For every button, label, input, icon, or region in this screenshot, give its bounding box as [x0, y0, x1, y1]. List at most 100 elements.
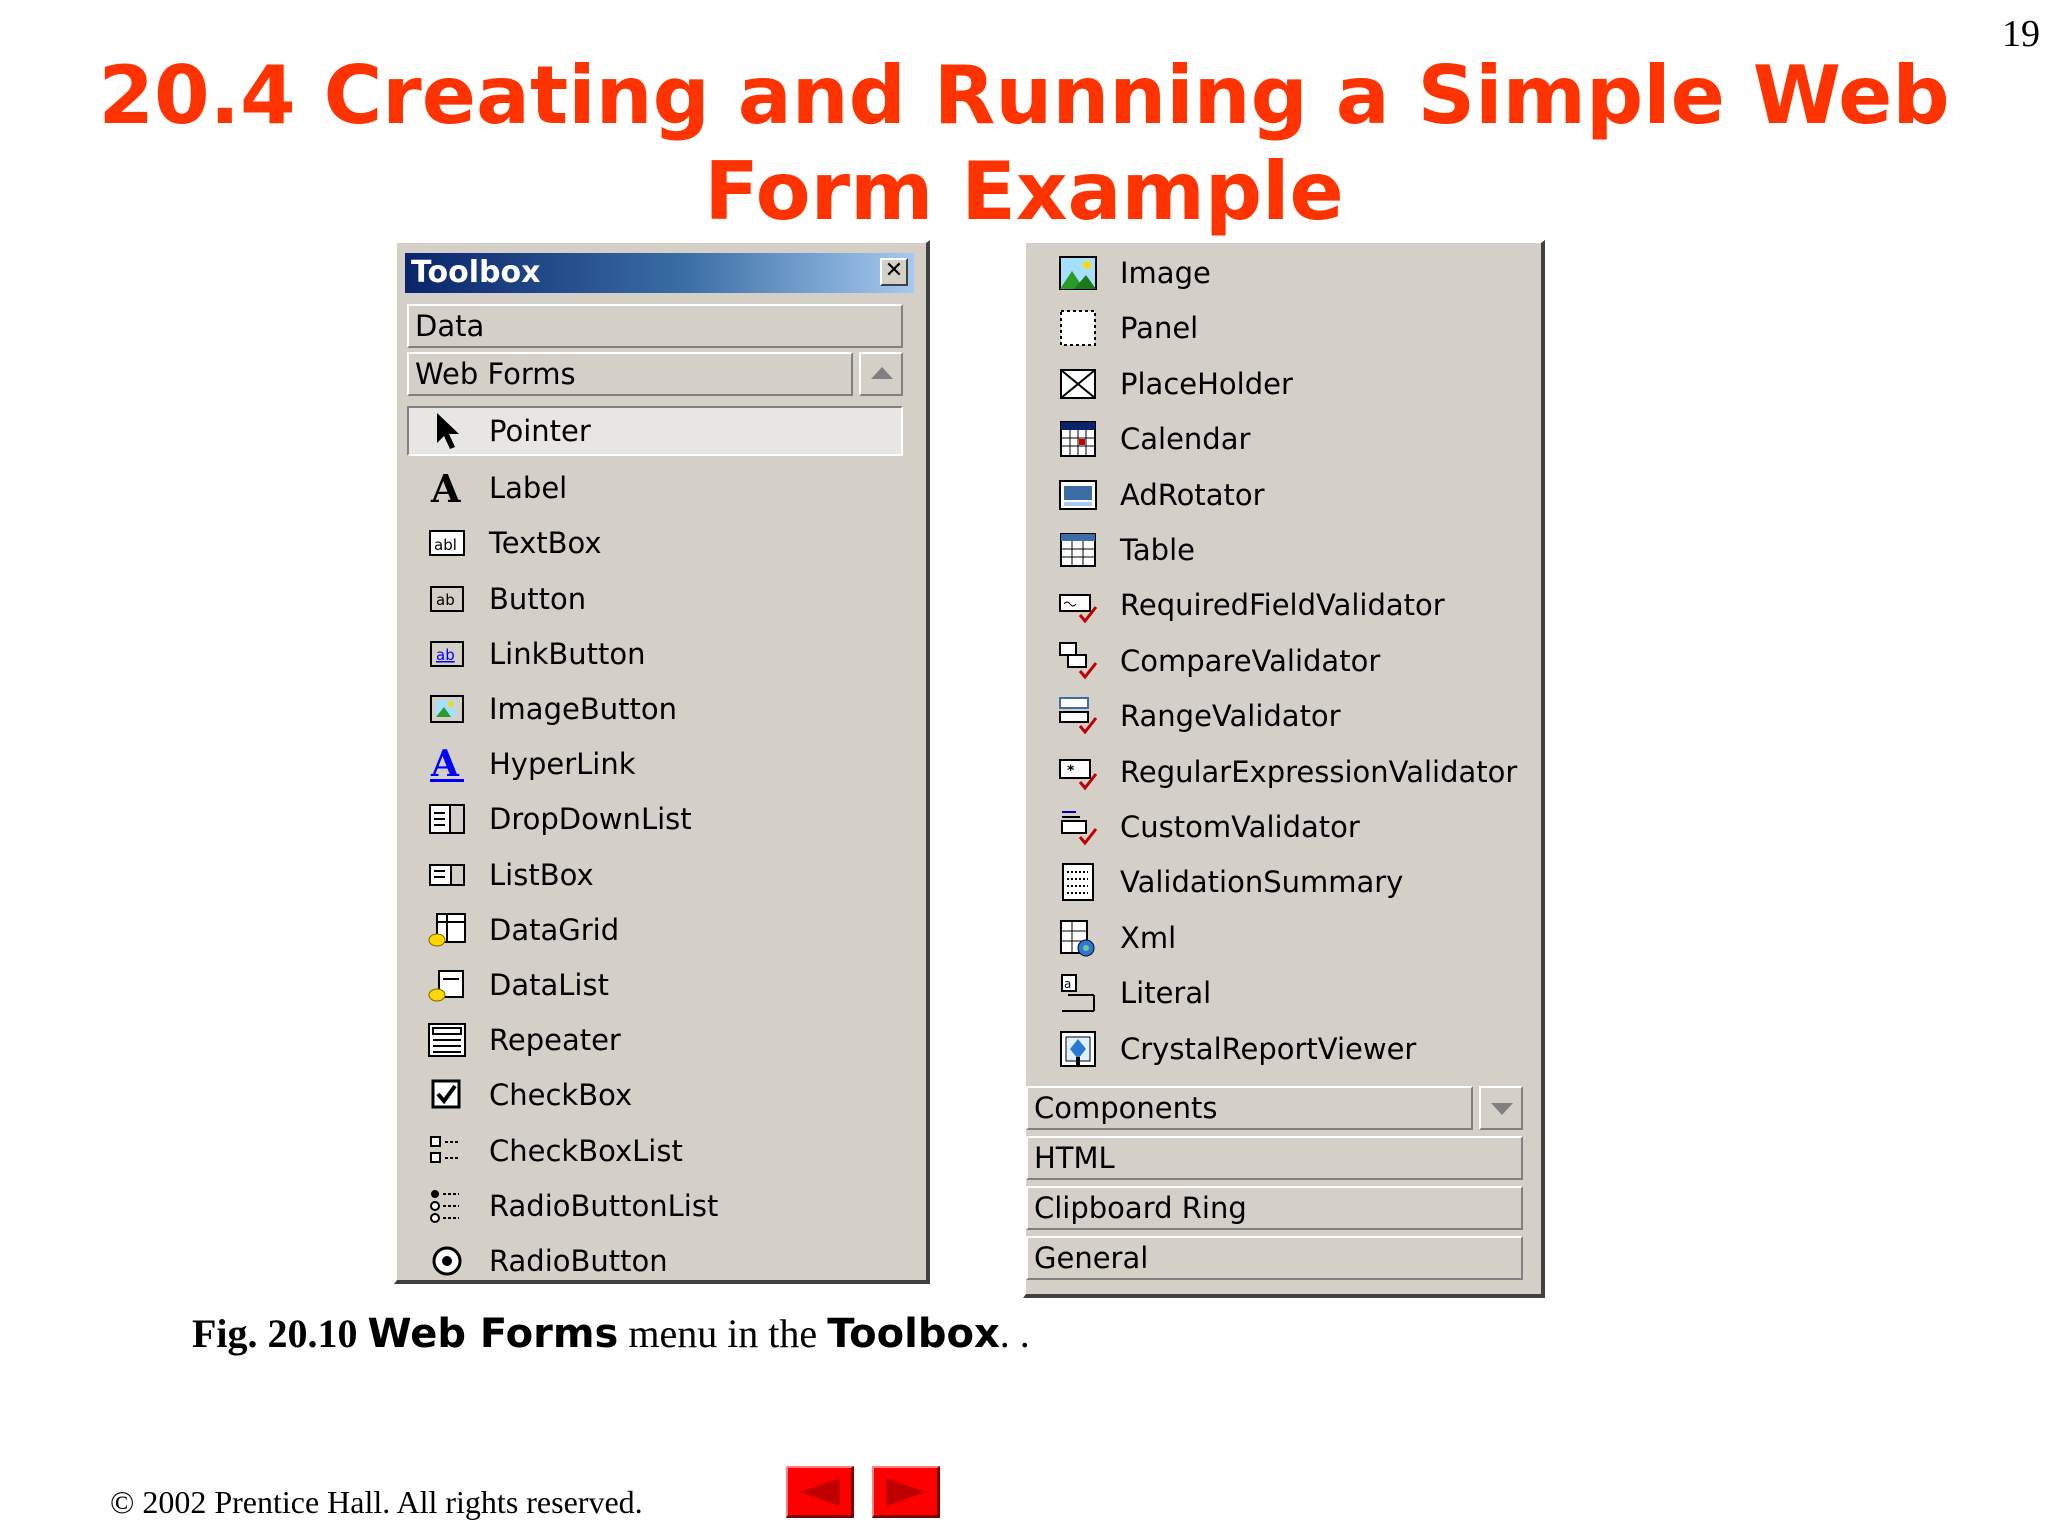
regularexpressionvalidator-icon: * [1058, 752, 1098, 792]
rangevalidator-icon [1058, 696, 1098, 736]
scroll-up-button[interactable] [859, 352, 903, 396]
toolbox-item-listbox[interactable]: ListBox [407, 850, 903, 900]
toolbox-item-pointer[interactable]: Pointer [407, 406, 903, 456]
toolbox-item-hyperlink[interactable]: A HyperLink [407, 739, 903, 789]
toolbox-item-panel[interactable]: Panel [1038, 303, 1508, 353]
toolbox-item-label: RadioButton [489, 1244, 668, 1278]
toolbox-item-comparevalidator[interactable]: CompareValidator [1038, 636, 1508, 686]
toolbox-item-linkbutton[interactable]: ab LinkButton [407, 629, 903, 679]
toolbox-item-label: Xml [1120, 920, 1177, 955]
toolbox-item-radiobuttonlist[interactable]: RadioButtonList [407, 1181, 903, 1231]
checkbox-icon [427, 1075, 467, 1115]
toolbox-titlebar[interactable]: Toolbox ✕ [405, 253, 914, 293]
toolbox-item-label: LinkButton [489, 636, 646, 671]
comparevalidator-icon [1058, 641, 1098, 681]
toolbox-item-datagrid[interactable]: DataGrid [407, 905, 903, 955]
toolbox-item-customvalidator[interactable]: CustomValidator [1038, 802, 1508, 852]
toolbox-item-crystalreportviewer[interactable]: CrystalReportViewer [1038, 1024, 1508, 1074]
caption-fig: Fig. 20.10 [192, 1311, 358, 1356]
toolbox-item-literal[interactable]: a Literal [1038, 968, 1508, 1018]
toolbox-item-placeholder[interactable]: PlaceHolder [1038, 359, 1508, 409]
caption-code2: Toolbox [827, 1311, 1000, 1357]
hyperlink-icon: A [427, 744, 467, 784]
toolbox-item-label: Table [1120, 533, 1195, 567]
toolbox-item-label: ListBox [489, 857, 594, 892]
toolbox-item-imagebutton[interactable]: ImageButton [407, 684, 903, 734]
toolbox-item-label: DataList [489, 968, 609, 1002]
image-icon [1058, 253, 1098, 293]
toolbox-item-requiredfieldvalidator[interactable]: RequiredFieldValidator [1038, 580, 1508, 630]
tab-web-forms-label: Web Forms [415, 357, 576, 391]
repeater-icon [427, 1020, 467, 1060]
toolbox-item-rangevalidator[interactable]: RangeValidator [1038, 691, 1508, 741]
svg-text:a: a [1064, 977, 1071, 991]
toolbox-item-dropdownlist[interactable]: DropDownList [407, 794, 903, 844]
toolbox-item-regularexpressionvalidator[interactable]: * RegularExpressionValidator [1038, 747, 1517, 797]
validationsummary-icon [1058, 862, 1098, 902]
requiredfieldvalidator-icon [1058, 585, 1098, 625]
svg-text:ab: ab [436, 646, 455, 664]
svg-text:*: * [1067, 763, 1075, 779]
copyright: © 2002 Prentice Hall. All rights reserve… [110, 1484, 643, 1520]
adrotator-icon [1058, 475, 1098, 515]
caption-code1: Web Forms [367, 1311, 619, 1357]
toolbox-item-label: Repeater [489, 1023, 621, 1058]
panel-icon [1058, 308, 1098, 348]
toolbox-item-adrotator[interactable]: AdRotator [1038, 470, 1508, 520]
tab-components-label: Components [1034, 1091, 1218, 1125]
tab-clipboard-ring-label: Clipboard Ring [1034, 1191, 1247, 1225]
toolbox-item-datalist[interactable]: DataList [407, 960, 903, 1010]
tab-general-label: General [1034, 1241, 1149, 1275]
tab-web-forms[interactable]: Web Forms [407, 352, 853, 396]
toolbox-item-validationsummary[interactable]: ValidationSummary [1038, 857, 1508, 907]
tab-general[interactable]: General [1026, 1236, 1523, 1280]
left-arrow-icon [800, 1478, 840, 1506]
toolbox-item-radiobutton[interactable]: RadioButton [407, 1236, 903, 1286]
toolbox-item-label: Literal [1120, 976, 1212, 1011]
figure-caption: Fig. 20.10 Web Forms menu in the Toolbox… [192, 1310, 1030, 1357]
toolbox-item-label: Calendar [1120, 422, 1251, 457]
toolbox-item-label: RegularExpressionValidator [1120, 754, 1518, 789]
toolbox-item-calendar[interactable]: Calendar [1038, 414, 1508, 464]
toolbox-item-label: Pointer [489, 414, 591, 448]
toolbox-item-label: RequiredFieldValidator [1120, 588, 1445, 623]
scroll-down-button[interactable] [1479, 1086, 1523, 1130]
toolbox-item-label: Button [489, 581, 587, 616]
tab-data[interactable]: Data [407, 304, 903, 348]
imagebutton-icon [427, 689, 467, 729]
toolbox-item-label: HyperLink [489, 747, 636, 782]
prev-slide-button[interactable] [786, 1466, 854, 1518]
toolbox-title: Toolbox [411, 255, 541, 290]
tab-clipboard-ring[interactable]: Clipboard Ring [1026, 1186, 1523, 1230]
toolbox-item-image[interactable]: Image [1038, 248, 1508, 298]
toolbox-item-table[interactable]: Table [1038, 525, 1508, 575]
table-icon [1058, 530, 1098, 570]
tab-components[interactable]: Components [1026, 1086, 1473, 1130]
scroll-up-icon [871, 367, 893, 379]
toolbox-item-label: PlaceHolder [1120, 366, 1293, 401]
slide-title-line1: 20.4 Creating and Running a Simple Web [98, 49, 1950, 142]
toolbox-item-checkbox[interactable]: CheckBox [407, 1070, 903, 1120]
toolbox-item-textbox[interactable]: abl TextBox [407, 518, 903, 568]
toolbox-item-button[interactable]: ab Button [407, 574, 903, 624]
next-slide-button[interactable] [872, 1466, 940, 1518]
tab-html[interactable]: HTML [1026, 1136, 1523, 1180]
toolbox-item-checkboxlist[interactable]: CheckBoxList [407, 1126, 903, 1176]
radiobutton-icon [427, 1241, 467, 1281]
toolbox-item-label: CompareValidator [1120, 643, 1381, 678]
toolbox-item-label[interactable]: A Label [407, 463, 903, 513]
toolbox-item-xml[interactable]: Xml [1038, 913, 1508, 963]
toolbox-item-repeater[interactable]: Repeater [407, 1015, 903, 1065]
close-icon: ✕ [884, 258, 904, 283]
label-icon: A [427, 468, 467, 508]
svg-text:ab: ab [436, 591, 455, 609]
toolbox-item-label: CheckBox [489, 1078, 633, 1113]
toolbox-item-label: DataGrid [489, 912, 620, 947]
scroll-down-icon [1491, 1103, 1513, 1115]
toolbox-panel-right: Image Panel PlaceHolder Calendar AdRotator Ta… [1023, 240, 1545, 1298]
pointer-icon [427, 411, 467, 451]
close-button[interactable]: ✕ [880, 258, 908, 286]
calendar-icon [1058, 419, 1098, 459]
tab-data-label: Data [415, 309, 485, 343]
datagrid-icon [427, 910, 467, 950]
